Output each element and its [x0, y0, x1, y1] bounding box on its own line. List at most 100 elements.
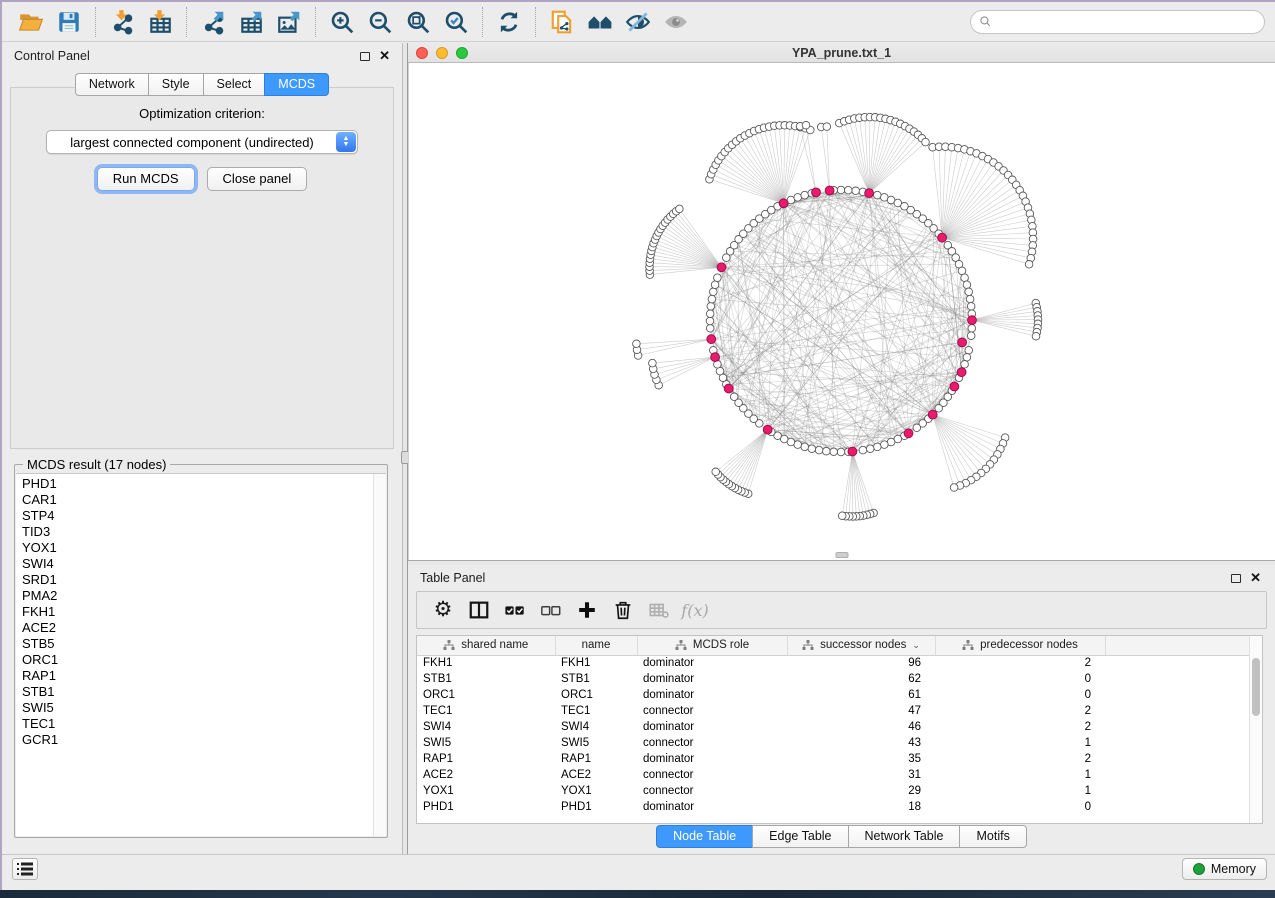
mcds-result-item[interactable]: ORC1	[22, 652, 373, 668]
desktop-background	[0, 890, 1275, 898]
criterion-dropdown[interactable]: largest connected component (undirected)…	[46, 130, 358, 154]
mcds-result-group: MCDS result (17 nodes) PHD1CAR1STP4TID3Y…	[14, 464, 388, 838]
toolbar-separator	[315, 7, 316, 37]
mcds-result-item[interactable]: FKH1	[22, 604, 373, 620]
run-mcds-button[interactable]: Run MCDS	[97, 167, 195, 191]
column-header-successor-nodes[interactable]: successor nodes⌄	[787, 636, 935, 655]
column-header-name[interactable]: name	[555, 636, 637, 655]
show-all-icon	[659, 6, 693, 38]
delete-column-icon[interactable]	[605, 595, 641, 625]
mcds-result-title: MCDS result (17 nodes)	[23, 457, 170, 472]
node-table: shared namenameMCDS rolesuccessor nodes⌄…	[416, 635, 1263, 824]
table-scrollbar-thumb[interactable]	[1252, 658, 1260, 716]
mcds-result-list[interactable]: PHD1CAR1STP4TID3YOX1SWI4SRD1PMA2FKH1ACE2…	[16, 474, 373, 836]
hide-selected-icon[interactable]	[621, 6, 655, 38]
toolbar-separator	[95, 7, 96, 37]
table-row[interactable]: STB1STB1dominator620	[417, 671, 1249, 687]
export-network-icon[interactable]	[196, 6, 230, 38]
refresh-layout-icon[interactable]	[492, 6, 526, 38]
close-panel-icon[interactable]: ✕	[379, 51, 390, 61]
add-column-icon[interactable]	[569, 595, 605, 625]
float-table-panel-icon[interactable]	[1231, 574, 1241, 583]
mcds-result-item[interactable]: CAR1	[22, 492, 373, 508]
mcds-result-item[interactable]: TID3	[22, 524, 373, 540]
control-panel-title: Control Panel	[14, 49, 90, 63]
mcds-result-item[interactable]: ACE2	[22, 620, 373, 636]
task-history-button[interactable]	[12, 858, 38, 880]
tab-mcds[interactable]: MCDS	[264, 73, 329, 96]
mcds-result-item[interactable]: SWI5	[22, 700, 373, 716]
mcds-result-item[interactable]: PHD1	[22, 476, 373, 492]
list-icon	[17, 862, 33, 876]
unselect-all-checkboxes-icon[interactable]	[533, 595, 569, 625]
search-input[interactable]	[997, 15, 1256, 29]
table-panel: Table Panel ✕ ⚙f(x) shared namenameMCDS …	[408, 565, 1275, 854]
table-row[interactable]: SWI5SWI5connector431	[417, 735, 1249, 751]
table-row[interactable]: ACE2ACE2connector311	[417, 767, 1249, 783]
canvas-splitter-handle[interactable]	[836, 552, 849, 558]
search-icon	[979, 15, 992, 28]
close-table-panel-icon[interactable]: ✕	[1250, 573, 1261, 583]
tab-motifs[interactable]: Motifs	[959, 825, 1026, 848]
zoom-out-icon[interactable]	[363, 6, 397, 38]
cytoscape-window: Control Panel ✕ NetworkStyleSelectMCDS O…	[0, 0, 1275, 890]
tab-select[interactable]: Select	[203, 73, 265, 96]
tab-network-table[interactable]: Network Table	[848, 825, 960, 848]
import-table-icon[interactable]	[143, 6, 177, 38]
network-window-titlebar[interactable]: YPA_prune.txt_1	[408, 43, 1275, 63]
table-row[interactable]: ORC1ORC1dominator610	[417, 687, 1249, 703]
criterion-dropdown-value: largest connected component (undirected)	[47, 135, 357, 150]
mcds-result-item[interactable]: SRD1	[22, 572, 373, 588]
zoom-selected-icon[interactable]	[439, 6, 473, 38]
tab-style[interactable]: Style	[148, 73, 203, 96]
zoom-fit-icon[interactable]	[401, 6, 435, 38]
float-panel-icon[interactable]	[360, 52, 370, 61]
table-toolbar: ⚙f(x)	[416, 591, 1267, 629]
mcds-result-item[interactable]: RAP1	[22, 668, 373, 684]
select-all-checkboxes-icon[interactable]	[497, 595, 533, 625]
show-columns-icon[interactable]	[461, 595, 497, 625]
toolbar-separator	[535, 7, 536, 37]
zoom-in-icon[interactable]	[325, 6, 359, 38]
table-scrollbar[interactable]	[1249, 636, 1262, 823]
network-graph	[409, 63, 1275, 560]
open-file-icon[interactable]	[14, 6, 48, 38]
table-row[interactable]: RAP1RAP1dominator352	[417, 751, 1249, 767]
tab-node-table[interactable]: Node Table	[656, 825, 752, 848]
first-neighbors-icon[interactable]	[583, 6, 617, 38]
mcds-result-item[interactable]: YOX1	[22, 540, 373, 556]
table-row[interactable]: FKH1FKH1dominator962	[417, 655, 1249, 671]
mcds-result-item[interactable]: PMA2	[22, 588, 373, 604]
network-canvas[interactable]	[408, 63, 1275, 560]
tab-network[interactable]: Network	[75, 73, 148, 96]
control-panel: Control Panel ✕ NetworkStyleSelectMCDS O…	[2, 43, 402, 854]
export-table-icon[interactable]	[234, 6, 268, 38]
mcds-result-item[interactable]: STB1	[22, 684, 373, 700]
memory-button[interactable]: Memory	[1182, 858, 1267, 880]
import-network-icon[interactable]	[105, 6, 139, 38]
mcds-result-item[interactable]: TEC1	[22, 716, 373, 732]
column-header-shared-name[interactable]: shared name	[417, 636, 555, 655]
export-image-icon[interactable]	[272, 6, 306, 38]
mcds-result-scrollbar[interactable]	[373, 474, 386, 836]
search-box[interactable]	[970, 10, 1265, 34]
settings-gear-icon[interactable]: ⚙	[425, 595, 461, 625]
table-row[interactable]: TEC1TEC1connector472	[417, 703, 1249, 719]
mcds-result-item[interactable]: GCR1	[22, 732, 373, 748]
mcds-result-item[interactable]: STP4	[22, 508, 373, 524]
mcds-result-item[interactable]: SWI4	[22, 556, 373, 572]
criterion-label: Optimization criterion:	[11, 106, 393, 121]
memory-label: Memory	[1211, 862, 1256, 876]
close-panel-button[interactable]: Close panel	[207, 167, 308, 191]
save-session-icon[interactable]	[52, 6, 86, 38]
new-network-from-selection-icon[interactable]	[545, 6, 579, 38]
toolbar-separator	[482, 7, 483, 37]
mcds-result-item[interactable]: STB5	[22, 636, 373, 652]
table-row[interactable]: PHD1PHD1dominator180	[417, 799, 1249, 815]
table-row[interactable]: YOX1YOX1connector291	[417, 783, 1249, 799]
column-header-predecessor-nodes[interactable]: predecessor nodes	[935, 636, 1105, 655]
tab-edge-table[interactable]: Edge Table	[752, 825, 847, 848]
column-header-MCDS-role[interactable]: MCDS role	[637, 636, 787, 655]
table-row[interactable]: SWI4SWI4dominator462	[417, 719, 1249, 735]
table-panel-title: Table Panel	[420, 571, 485, 585]
